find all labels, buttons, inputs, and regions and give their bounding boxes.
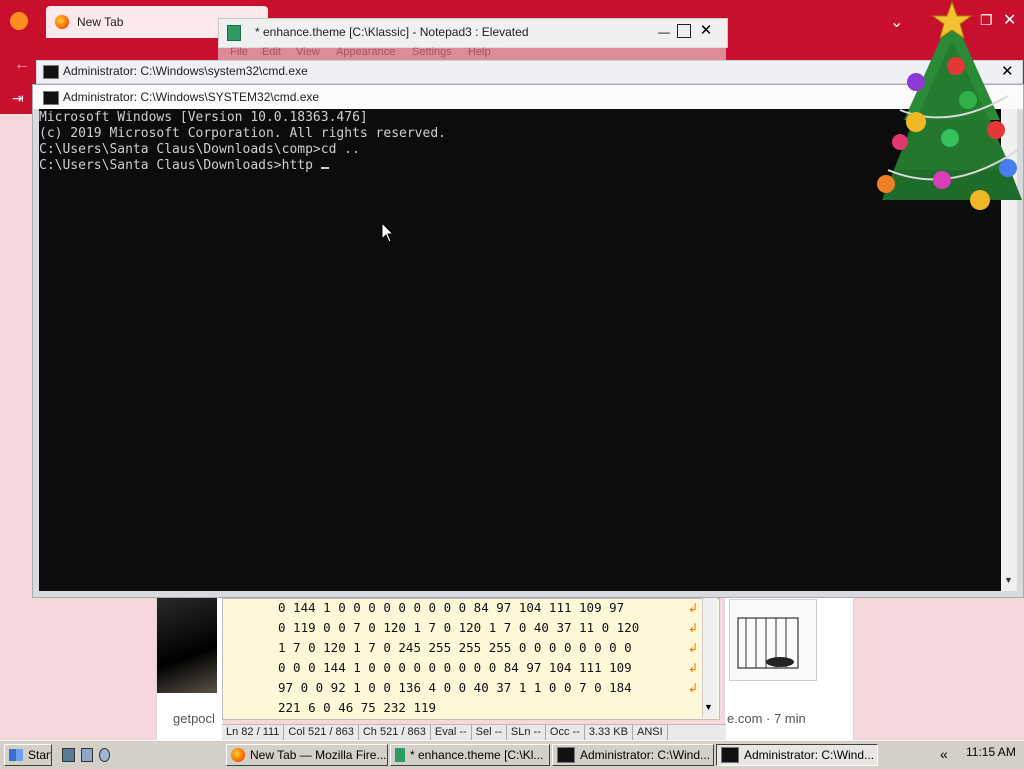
mouse-pointer-icon (381, 222, 395, 243)
firefox-icon (231, 748, 245, 762)
status-column: Col 521 / 863 (284, 725, 359, 740)
task-label: * enhance.theme [C:\Kl... (410, 748, 544, 762)
cmd-icon (43, 91, 59, 105)
notepad-title: * enhance.theme [C:\Klassic] - Notepad3 … (255, 25, 529, 39)
task-notepad[interactable]: * enhance.theme [C:\Kl... (390, 744, 550, 766)
status-occurrences: Occ -- (546, 725, 585, 740)
app-icon[interactable] (99, 748, 110, 762)
notepad-status-bar: Ln 82 / 111 Col 521 / 863 Ch 521 / 863 Eval… (222, 724, 726, 741)
notepad-text[interactable]: 0 144 1 0 0 0 0 0 0 0 0 0 84 97 104 111 … (278, 598, 698, 718)
text-cursor (320, 167, 329, 169)
status-size: 3.33 KB (585, 725, 633, 740)
start-label: Start (28, 748, 52, 762)
status-selected-lines: SLn -- (507, 725, 546, 740)
editor-line: 0 119 0 0 7 0 120 1 7 0 120 1 7 0 40 37 … (278, 620, 640, 635)
explorer-icon[interactable] (80, 748, 93, 762)
tray-expand-button[interactable]: « (940, 746, 948, 762)
menu-view[interactable]: View (296, 46, 320, 58)
notepad-title-bar[interactable]: * enhance.theme [C:\Klassic] - Notepad3 … (218, 18, 728, 48)
menu-file[interactable]: File (230, 46, 248, 58)
card-image (157, 597, 217, 693)
task-cmd-1[interactable]: Administrator: C:\Wind... (552, 744, 714, 766)
task-label: New Tab — Mozilla Fire... (250, 748, 387, 762)
cmd-back-title: Administrator: C:\Windows\system32\cmd.e… (63, 64, 308, 78)
menu-settings[interactable]: Settings (412, 46, 452, 58)
editor-line: 97 0 0 92 1 0 0 136 4 0 0 40 37 1 1 0 0 … (278, 680, 632, 695)
status-eval: Eval -- (431, 725, 472, 740)
card-source: getpocl (173, 711, 215, 726)
console-line: (c) 2019 Microsoft Corporation. All righ… (39, 126, 446, 141)
status-encoding[interactable]: ANSI (633, 725, 668, 740)
console-text: Microsoft Windows [Version 10.0.18363.47… (39, 110, 446, 174)
cmd-title: Administrator: C:\Windows\SYSTEM32\cmd.e… (63, 90, 320, 104)
tab-label: New Tab (77, 15, 124, 29)
editor-line: 221 6 0 46 75 232 119 (278, 700, 437, 715)
console-line: Microsoft Windows [Version 10.0.18363.47… (39, 110, 368, 125)
console-line: C:\Users\Santa Claus\Downloads\comp>cd .… (39, 142, 360, 157)
scroll-down-icon[interactable]: ▼ (704, 702, 713, 712)
console-output[interactable]: Microsoft Windows [Version 10.0.18363.47… (39, 109, 1001, 591)
editor-line: 1 7 0 120 1 7 0 245 255 255 255 0 0 0 0 … (278, 640, 632, 655)
christmas-tree-icon (877, 0, 1022, 210)
clock[interactable]: 11:15 AM (966, 745, 1016, 759)
cmd-icon (721, 747, 739, 763)
notepad-menu-bar: File Edit View Appearance Settings Help (218, 46, 726, 60)
cmd-icon (557, 747, 575, 763)
cage-drawing (737, 617, 799, 669)
status-char: Ch 521 / 863 (359, 725, 431, 740)
show-desktop-icon[interactable] (62, 748, 75, 762)
task-firefox[interactable]: New Tab — Mozilla Fire... (226, 744, 388, 766)
task-cmd-2[interactable]: Administrator: C:\Wind... (716, 744, 878, 766)
quick-launch (62, 746, 110, 764)
card-image (729, 599, 817, 681)
firefox-icon (55, 15, 69, 29)
back-arrow-icon[interactable]: ← (14, 56, 30, 74)
card-meta: e.com · 7 min (727, 711, 806, 726)
editor-line: 0 144 1 0 0 0 0 0 0 0 0 0 84 97 104 111 … (278, 600, 625, 615)
sign-in-icon[interactable]: ⇥ (12, 90, 24, 107)
pocket-card-right[interactable]: e.com · 7 min (724, 596, 854, 742)
scroll-down-icon[interactable]: ▼ (1004, 575, 1013, 585)
console-prompt[interactable]: C:\Users\Santa Claus\Downloads>http (39, 158, 446, 174)
task-label: Administrator: C:\Wind... (744, 748, 875, 762)
close-button[interactable]: ✕ (697, 22, 715, 40)
editor-line: 0 0 0 144 1 0 0 0 0 0 0 0 0 0 84 97 104 … (278, 660, 632, 675)
firefox-menu-icon[interactable] (10, 12, 28, 30)
wrap-markers: ↲ ↲ ↲ ↲ ↲ (688, 601, 699, 695)
notepad-icon (395, 748, 405, 762)
task-label: Administrator: C:\Wind... (580, 748, 711, 762)
menu-edit[interactable]: Edit (262, 46, 281, 58)
minimize-button[interactable]: — (655, 23, 673, 41)
menu-appearance[interactable]: Appearance (336, 46, 395, 58)
notepad-icon (227, 25, 241, 41)
start-button[interactable]: Start (4, 744, 52, 766)
taskbar: Start New Tab — Mozilla Fire... * enhanc… (0, 740, 1024, 769)
status-selection: Sel -- (472, 725, 507, 740)
notepad-vertical-scrollbar[interactable]: ▼ (702, 598, 717, 718)
cmd-icon (43, 65, 59, 79)
maximize-button[interactable] (677, 24, 691, 38)
menu-help[interactable]: Help (468, 46, 491, 58)
status-line: Ln 82 / 111 (222, 725, 285, 740)
prompt-text: C:\Users\Santa Claus\Downloads>http (39, 158, 321, 173)
pocket-card-left[interactable]: getpocl (156, 596, 224, 742)
windows-logo-icon (9, 749, 23, 761)
